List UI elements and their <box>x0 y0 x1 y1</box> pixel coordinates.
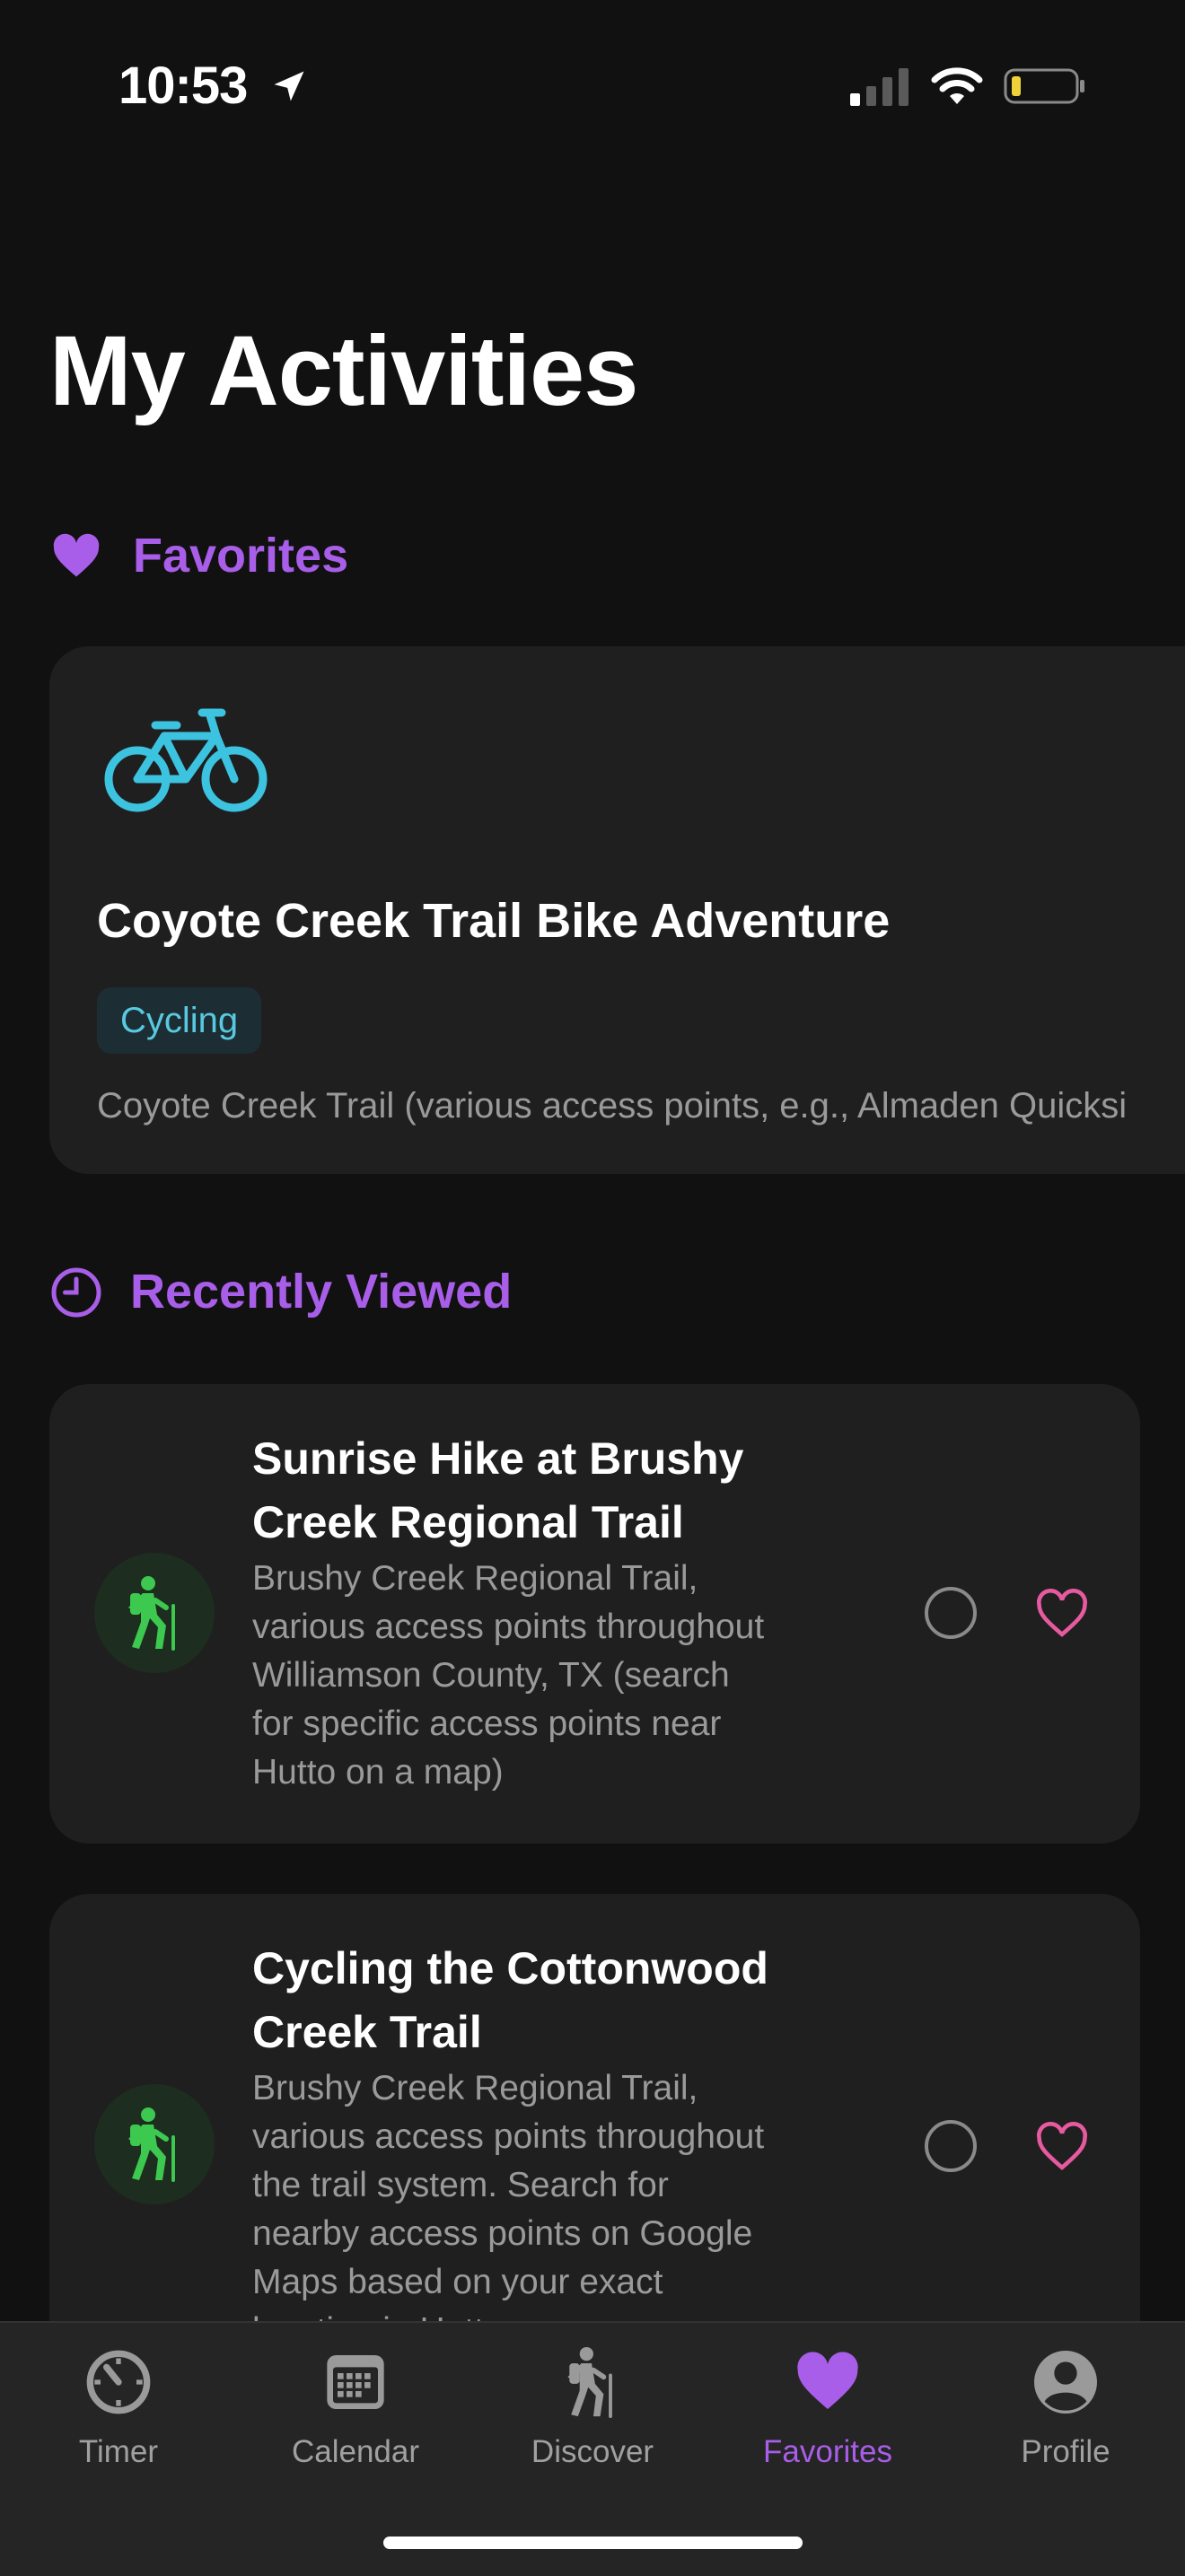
cellular-signal-icon <box>850 68 908 106</box>
tab-label: Timer <box>78 2434 159 2469</box>
bicycle-icon <box>104 708 268 812</box>
recent-card-desc-line: nearby access points on Google <box>252 2214 753 2253</box>
complete-toggle[interactable] <box>925 2120 977 2172</box>
favorite-card-title: Coyote Creek Trail Bike Adventure <box>97 894 891 948</box>
calendar-icon <box>327 2355 384 2409</box>
tab-profile[interactable]: Profile <box>976 2323 1155 2502</box>
recent-card-desc-line: Brushy Creek Regional Trail, <box>252 2069 698 2107</box>
tab-label: Profile <box>1021 2434 1110 2469</box>
hiker-icon <box>128 2107 175 2182</box>
activity-tag: Cycling <box>97 987 262 1054</box>
recent-card-desc-line: Maps based on your exact <box>252 2263 663 2301</box>
recent-card-desc-line: various access points throughout <box>252 1608 765 1646</box>
status-time: 10:53 <box>118 57 248 115</box>
heart-outline-icon[interactable] <box>1034 2122 1090 2172</box>
recent-card-title-line: Creek Trail <box>252 2007 482 2057</box>
tab-label: Calendar <box>291 2434 420 2469</box>
favorites-heading: Favorites <box>133 529 349 583</box>
recent-card-desc-line: Brushy Creek Regional Trail, <box>252 1559 698 1598</box>
home-indicator <box>383 2537 803 2549</box>
recent-card-desc-line: Hutto on a map) <box>252 1753 504 1792</box>
recent-card-title-line: Cycling the Cottonwood <box>252 1943 768 1993</box>
tab-label: Favorites <box>763 2434 892 2469</box>
heart-icon <box>797 2352 858 2409</box>
activity-icon-badge <box>94 1553 215 1673</box>
recent-card-title-line: Sunrise Hike at Brushy <box>252 1433 744 1484</box>
heart-icon <box>53 533 100 577</box>
activity-icon-badge <box>94 2084 215 2204</box>
recent-card-desc-line: for specific access points near <box>252 1704 722 1743</box>
person-icon <box>1034 2351 1097 2414</box>
complete-toggle[interactable] <box>925 1587 977 1639</box>
recent-card-desc-line: the trail system. Search for <box>252 2166 669 2204</box>
recent-activity-card[interactable]: Sunrise Hike at Brushy Creek Regional Tr… <box>49 1384 1140 1844</box>
tab-favorites[interactable]: Favorites <box>738 2323 917 2502</box>
hiker-icon <box>128 1576 175 1651</box>
recent-activity-card[interactable]: Cycling the Cottonwood Creek Trail Brush… <box>49 1894 1140 2361</box>
hiker-icon <box>567 2346 612 2418</box>
page-title: My Activities <box>49 316 638 426</box>
location-arrow-icon <box>274 71 304 101</box>
heart-outline-icon[interactable] <box>1034 1589 1090 1639</box>
battery-icon <box>1004 68 1084 104</box>
clock-icon <box>51 1267 101 1318</box>
favorite-activity-card[interactable]: Coyote Creek Trail Bike Adventure Cyclin… <box>49 646 1185 1174</box>
recent-card-title-line: Creek Regional Trail <box>252 1497 684 1547</box>
tab-calendar[interactable]: Calendar <box>266 2323 445 2502</box>
recently-viewed-heading: Recently Viewed <box>130 1265 513 1319</box>
tab-timer[interactable]: Timer <box>29 2323 208 2502</box>
favorite-card-location: Coyote Creek Trail (various access point… <box>97 1086 1128 1126</box>
tab-discover[interactable]: Discover <box>503 2323 682 2502</box>
recent-card-desc-line: various access points throughout <box>252 2117 765 2156</box>
recent-card-desc-line: Williamson County, TX (search <box>252 1656 730 1695</box>
tab-label: Discover <box>531 2434 654 2469</box>
wifi-icon <box>931 67 983 104</box>
timer-icon <box>86 2350 151 2414</box>
